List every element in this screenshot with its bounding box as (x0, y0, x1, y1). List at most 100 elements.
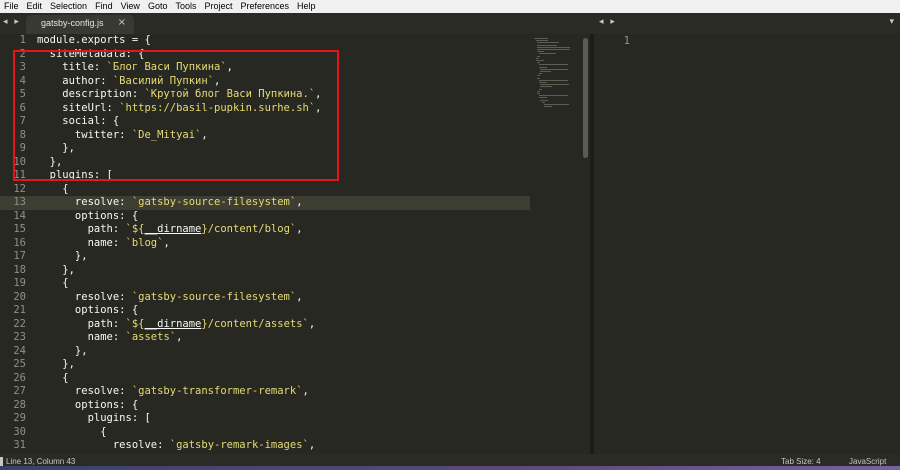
minimap-line (538, 79, 568, 81)
line-number: 29 (13, 412, 26, 424)
line-number: 28 (13, 398, 26, 411)
menu-find[interactable]: Find (91, 0, 117, 13)
code-line[interactable]: resolve: `gatsby-remark-images`, (37, 439, 527, 453)
line-number: 21 (13, 304, 26, 316)
tab-bar: ◂ ▸ gatsby-config.js × ◂ ▸ ▾ (0, 13, 900, 34)
minimap-line (538, 73, 542, 75)
line-number: 12 (13, 182, 26, 195)
minimap-line (537, 51, 545, 53)
menu-goto[interactable]: Goto (144, 0, 172, 13)
minimap-line (537, 62, 541, 64)
line-number: 27 (13, 385, 26, 397)
line-number: 13 (13, 196, 26, 208)
code-line[interactable]: name: `assets`, (37, 331, 527, 345)
minimap[interactable] (530, 34, 582, 454)
line-number: 1 (623, 35, 630, 47)
minimap-line (537, 93, 541, 94)
menu-bar: File Edit Selection Find View Goto Tools… (0, 0, 900, 13)
code-line[interactable]: plugins: [ (37, 412, 527, 426)
tab-size[interactable]: Tab Size: 4 (781, 457, 821, 466)
line-number: 17 (13, 250, 26, 262)
minimap-line (537, 75, 541, 77)
code-line[interactable]: options: { (37, 210, 527, 224)
panel-toggle-icon[interactable] (0, 457, 3, 466)
code-line[interactable]: }, (37, 264, 527, 278)
annotation-box (13, 50, 339, 181)
minimap-line (535, 60, 544, 61)
code-line[interactable]: resolve: `gatsby-source-filesystem`, (37, 291, 527, 305)
line-number: 1 (19, 34, 26, 46)
code-line[interactable]: }, (37, 250, 527, 264)
minimap-line (538, 97, 547, 99)
right-line-number-gutter: 1 (602, 35, 630, 49)
minimap-line (535, 40, 548, 42)
menu-project[interactable]: Project (200, 0, 236, 13)
minimap-line (540, 84, 570, 86)
code-line[interactable]: module.exports = { (37, 34, 527, 48)
minimap-line (540, 68, 568, 70)
scrollbar[interactable] (583, 38, 588, 158)
code-line[interactable]: { (37, 277, 527, 291)
minimap-line (534, 38, 549, 39)
code-line[interactable]: options: { (37, 399, 527, 413)
line-number: 20 (13, 290, 26, 303)
code-line[interactable]: { (37, 183, 527, 197)
tab-nav-arrows-icon[interactable]: ◂ ▸ (3, 17, 21, 27)
line-number: 18 (13, 263, 26, 276)
syntax-mode[interactable]: JavaScript (849, 457, 886, 466)
editor-pane-left[interactable]: 1 2 3 4 5 6 7 8 9 10 11 12 13 14 15 16 17 18 19 20 21 22 23 24 2… (0, 34, 590, 454)
menu-help[interactable]: Help (293, 0, 320, 13)
close-icon[interactable]: × (118, 17, 126, 28)
minimap-line (540, 99, 549, 101)
code-line[interactable]: { (37, 426, 527, 440)
code-line[interactable]: resolve: `gatsby-source-filesystem`, (37, 196, 527, 210)
line-number: 19 (13, 277, 26, 289)
line-number: 26 (13, 371, 26, 384)
editor-pane-right[interactable]: 1 (594, 34, 900, 454)
line-number: 15 (13, 223, 26, 235)
menu-tools[interactable]: Tools (171, 0, 200, 13)
minimap-line (542, 101, 545, 103)
line-number: 31 (13, 439, 26, 451)
code-line[interactable]: resolve: `gatsby-transformer-remark`, (37, 385, 527, 399)
line-number: 25 (13, 358, 26, 370)
taskbar-strip (0, 466, 900, 470)
code-line[interactable]: path: `${__dirname}/content/blog`, (37, 223, 527, 237)
minimap-line (543, 104, 570, 105)
menu-view[interactable]: View (117, 0, 144, 13)
line-number: 16 (13, 236, 26, 249)
line-number: 30 (13, 425, 26, 438)
minimap-line (540, 71, 551, 72)
menu-selection[interactable]: Selection (46, 0, 91, 13)
line-number: 23 (13, 331, 26, 343)
menu-edit[interactable]: Edit (23, 0, 47, 13)
minimap-line (538, 66, 547, 68)
code-line[interactable]: }, (37, 358, 527, 372)
minimap-line (537, 55, 541, 57)
line-number: 14 (13, 209, 26, 222)
code-line[interactable]: name: `blog`, (37, 237, 527, 251)
cursor-position: Line 13, Column 43 (6, 457, 76, 466)
tab-label: gatsby-config.js (41, 18, 104, 28)
minimap-line (537, 44, 558, 46)
minimap-line (535, 57, 539, 59)
code-line[interactable]: options: { (37, 304, 527, 318)
minimap-line (538, 82, 547, 83)
menu-preferences[interactable]: Preferences (236, 0, 293, 13)
minimap-line (537, 42, 559, 44)
minimap-line (537, 90, 541, 92)
menu-file[interactable]: File (0, 0, 23, 13)
chevron-down-icon[interactable]: ▾ (889, 17, 894, 27)
code-line[interactable]: }, (37, 345, 527, 359)
minimap-line (543, 106, 552, 108)
line-number: 24 (13, 344, 26, 357)
tab-gatsby-config[interactable]: gatsby-config.js × (26, 15, 134, 34)
minimap-line (538, 64, 568, 66)
right-pane-nav-arrows-icon[interactable]: ◂ ▸ (599, 17, 617, 27)
code-line[interactable]: { (37, 372, 527, 386)
minimap-line (538, 95, 569, 97)
code-line[interactable]: path: `${__dirname}/content/assets`, (37, 318, 527, 332)
minimap-line (538, 88, 542, 90)
minimap-line (538, 53, 556, 55)
line-number: 22 (13, 317, 26, 330)
